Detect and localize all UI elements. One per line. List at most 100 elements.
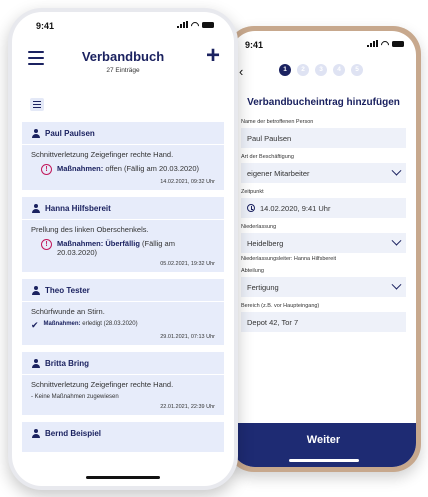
person-icon <box>31 204 40 213</box>
home-indicator <box>86 476 160 479</box>
person-value: Paul Paulsen <box>247 133 292 143</box>
entry-name: Paul Paulsen <box>31 129 215 138</box>
person-icon <box>31 359 40 368</box>
phone-form: 9:41 ‹ 1 2 3 4 5 Verbandbucheintrag hinz… <box>226 26 421 472</box>
divider <box>22 219 224 220</box>
entry-name: Theo Tester <box>31 286 215 295</box>
entry-measures: ✔ Maßnahmen: erledigt (28.03.2020) <box>31 321 215 330</box>
person-icon <box>31 429 40 438</box>
measure-label: Maßnahmen: Überfällig <box>57 239 140 248</box>
filter-icon[interactable] <box>30 98 44 111</box>
status-icons <box>367 40 404 47</box>
list-item[interactable]: Britta Bring Schnittverletzung Zeigefing… <box>22 352 224 415</box>
form-screen: 9:41 ‹ 1 2 3 4 5 Verbandbucheintrag hinz… <box>231 31 416 467</box>
chevron-down-icon <box>391 279 402 290</box>
dept-value: Fertigung <box>247 282 279 292</box>
chevron-down-icon <box>391 235 402 246</box>
branch-hint: Niederlassungsleiter: Hanna Hilfsbereit <box>241 256 337 262</box>
measure-label: Maßnahmen: <box>43 321 81 327</box>
status-bar: 9:41 <box>12 12 234 34</box>
entry-list: Paul Paulsen Schnittverletzung Zeigefing… <box>22 122 224 459</box>
person-icon <box>31 129 40 138</box>
measure-status: offen (Fällig am 20.03.2020) <box>103 164 200 173</box>
entry-measures: - Keine Maßnahmen zugewiesen <box>31 394 215 400</box>
wifi-icon <box>191 22 199 28</box>
list-item[interactable]: Bernd Beispiel <box>22 422 224 452</box>
employment-label: Art der Beschäftigung <box>241 154 294 160</box>
entry-date: 29.01.2021, 07:13 Uhr <box>160 334 215 340</box>
step-1: 1 <box>279 64 291 76</box>
time-field[interactable]: 14.02.2020, 9:41 Uhr <box>241 198 406 218</box>
list-item[interactable]: Theo Tester Schürfwunde an Stirn. ✔ Maßn… <box>22 279 224 345</box>
measure-label: Maßnahmen: <box>57 164 104 173</box>
entry-count: 27 Einträge <box>106 67 140 74</box>
area-value: Depot 42, Tor 7 <box>247 317 299 327</box>
step-3: 3 <box>315 64 327 76</box>
status-icons <box>177 21 214 28</box>
entry-measures: ! Maßnahmen: offen (Fällig am 20.03.2020… <box>41 164 215 175</box>
person-icon <box>31 286 40 295</box>
signal-icon <box>177 21 188 28</box>
employment-select[interactable]: eigener Mitarbeiter <box>241 163 406 183</box>
dept-select[interactable]: Fertigung <box>241 277 406 297</box>
entry-description: Schnittverletzung Zeigefinger rechte Han… <box>31 150 174 159</box>
area-label: Bereich (z.B. vor Haupteingang) <box>241 303 320 309</box>
time-value: 14.02.2020, 9:41 Uhr <box>260 203 331 213</box>
measure-text: Maßnahmen: offen (Fällig am 20.03.2020) <box>57 164 199 175</box>
divider <box>22 144 224 145</box>
person-label: Name der betroffenen Person <box>241 119 314 125</box>
step-4: 4 <box>333 64 345 76</box>
status-bar: 9:41 <box>231 31 416 53</box>
entry-description: Schürfwunde an Stirn. <box>31 307 105 316</box>
home-indicator <box>288 459 359 462</box>
entry-name-text: Hanna Hilfsbereit <box>45 204 111 213</box>
entry-name: Hanna Hilfsbereit <box>31 204 215 213</box>
chevron-down-icon <box>391 165 402 176</box>
dept-label: Abteilung <box>241 268 264 274</box>
divider <box>22 374 224 375</box>
entry-form: Name der betroffenen Person Paul Paulsen… <box>241 119 406 338</box>
list-item[interactable]: Hanna Hilfsbereit Prellung des linken Ob… <box>22 197 224 272</box>
entry-description: Schnittverletzung Zeigefinger rechte Han… <box>31 380 174 389</box>
person-field[interactable]: Paul Paulsen <box>241 128 406 148</box>
entry-name-text: Britta Bring <box>45 359 89 368</box>
wifi-icon <box>381 41 389 47</box>
branch-label: Niederlassung <box>241 224 277 230</box>
list-item[interactable]: Paul Paulsen Schnittverletzung Zeigefing… <box>22 122 224 190</box>
employment-value: eigener Mitarbeiter <box>247 168 310 178</box>
entry-name: Britta Bring <box>31 359 215 368</box>
check-icon: ✔ <box>31 320 39 330</box>
entry-name-text: Theo Tester <box>45 286 90 295</box>
measure-text: Maßnahmen: Überfällig (Fällig am 20.03.2… <box>57 239 215 257</box>
warning-icon: ! <box>41 239 52 250</box>
form-title: Verbandbucheintrag hinzufügen <box>247 97 400 108</box>
measure-text: Maßnahmen: erledigt (28.03.2020) <box>44 321 138 330</box>
back-chevron-icon[interactable]: ‹ <box>239 64 243 79</box>
signal-icon <box>367 40 378 47</box>
phone-list: 9:41 Verbandbuch 27 Einträge + Paul Paul… <box>8 8 238 490</box>
measure-status: - Keine Maßnahmen zugewiesen <box>31 394 119 400</box>
branch-select[interactable]: Heidelberg <box>241 233 406 253</box>
status-time: 9:41 <box>36 21 55 31</box>
entry-date: 14.02.2021, 09:32 Uhr <box>160 179 215 185</box>
measure-status: erledigt (28.03.2020) <box>80 321 138 327</box>
list-screen: 9:41 Verbandbuch 27 Einträge + Paul Paul… <box>12 12 234 486</box>
add-entry-button[interactable]: + <box>206 44 220 68</box>
warning-icon: ! <box>41 164 52 175</box>
list-header: Verbandbuch 27 Einträge + <box>12 42 234 86</box>
entry-name-text: Paul Paulsen <box>45 129 95 138</box>
step-5: 5 <box>351 64 363 76</box>
entry-date: 22.01.2021, 22:39 Uhr <box>160 404 215 410</box>
step-2: 2 <box>297 64 309 76</box>
page-title: Verbandbuch <box>81 49 165 64</box>
status-time: 9:41 <box>245 40 264 50</box>
entry-name: Bernd Beispiel <box>31 429 215 438</box>
entry-description: Prellung des linken Oberschenkels. <box>31 225 149 234</box>
clock-icon <box>247 204 255 212</box>
step-indicator: 1 2 3 4 5 <box>279 64 363 76</box>
divider <box>22 301 224 302</box>
area-field[interactable]: Depot 42, Tor 7 <box>241 312 406 332</box>
time-label: Zeitpunkt <box>241 189 264 195</box>
battery-icon <box>392 40 404 47</box>
entry-date: 05.02.2021, 19:32 Uhr <box>160 261 215 267</box>
